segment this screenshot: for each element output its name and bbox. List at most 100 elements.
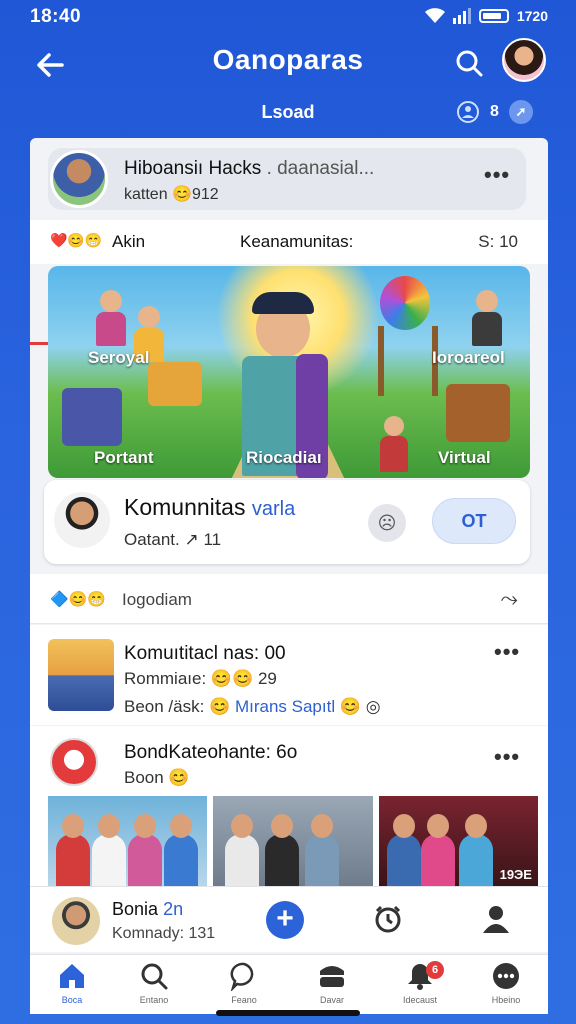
radio-box-illustration — [446, 384, 510, 442]
post-detail-prefix: Beon /äsk: 😊 — [124, 697, 231, 716]
add-button[interactable]: + — [266, 901, 304, 939]
hero-label-right-top: Ioroareol — [432, 348, 505, 367]
feed-header: 🔷😊😁 Iogodiam ⤳ — [30, 574, 548, 624]
community-title-accent: varla — [251, 498, 296, 520]
hero-label-center-bottom: Riocadiaı — [246, 448, 322, 467]
reaction-right: S: 10 — [478, 232, 518, 251]
reaction-label[interactable]: Akin — [112, 232, 145, 252]
feed-emojis[interactable]: 🔷😊😁 — [50, 590, 106, 608]
battery-text: 1720 — [516, 8, 548, 24]
share-icon[interactable]: ⤳ — [500, 586, 518, 612]
status-time: 18:40 — [30, 6, 82, 27]
nav-groups[interactable]: Davar — [302, 961, 362, 1014]
profile-name-text: Hiboansiı Hacks — [124, 158, 262, 179]
kid-illustration — [468, 290, 508, 350]
header-right-icons: 8 ➚ — [456, 100, 533, 124]
nav-label: Entano — [139, 995, 169, 1005]
community-action-button[interactable]: OT — [432, 498, 516, 544]
post-meta: Rommiaıe: 😊😊 29 — [124, 669, 277, 688]
hero-label-left-top: Seroyal — [88, 348, 150, 367]
search-icon[interactable] — [452, 46, 486, 80]
more-icon — [493, 963, 519, 989]
community-title-text: Komunnitas — [124, 494, 246, 520]
profile-name: Hiboansiı Hacks . daanasial... — [124, 158, 374, 180]
post-title: BondKateohante: 6o — [124, 742, 298, 763]
bottom-sub: Komnady: 131 — [112, 925, 216, 942]
hero-banner[interactable]: Seroyal Ioroareol Portant Riocadiaı Virt… — [48, 266, 530, 478]
signal-icon — [452, 8, 471, 24]
search-icon — [141, 963, 168, 990]
nav-label: Feano — [231, 995, 257, 1005]
nav-label: Boca — [61, 995, 83, 1005]
profile-name-suffix: . daanasial... — [266, 158, 375, 179]
user-avatar[interactable] — [502, 38, 546, 82]
emoji-button[interactable]: ☹ — [368, 504, 406, 542]
community-title: Komunnitas varla — [124, 494, 295, 521]
post-title: Komuıtitacl nas: 00 — [124, 643, 286, 664]
photo-tile[interactable] — [213, 796, 373, 886]
balloon-illustration — [380, 276, 430, 330]
chat-bubble-icon — [230, 962, 254, 991]
hero-label-left-bottom: Portant — [94, 448, 154, 467]
photo-tile[interactable]: 19ЭE — [378, 796, 538, 886]
main-panel: Hiboansiı Hacks . daanasial... katten 😊9… — [30, 138, 548, 1014]
home-icon — [60, 964, 84, 988]
post-thumbnail[interactable] — [48, 639, 114, 711]
profile-sub: katten 😊912 — [124, 186, 219, 203]
home-indicator[interactable] — [216, 1010, 360, 1016]
reaction-emojis[interactable]: ❤️😊😁 — [50, 232, 102, 249]
nav-more[interactable]: Hbeino — [476, 961, 536, 1014]
status-icons: 1720 — [424, 8, 548, 24]
profile-card[interactable]: Hiboansiı Hacks . daanasial... katten 😊9… — [48, 148, 526, 210]
more-options-icon[interactable]: ••• — [494, 639, 520, 665]
bottom-title-accent: 2n — [163, 899, 184, 919]
community-sub: Oatant. ↗ 11 — [124, 530, 222, 549]
compass-icon[interactable]: ➚ — [508, 100, 533, 124]
community-card[interactable]: Komunnitas varla Oatant. ↗ 11 ☹ OT — [44, 480, 530, 564]
timer-icon[interactable] — [372, 903, 404, 935]
bottom-avatar[interactable] — [52, 897, 100, 945]
profile-avatar[interactable] — [50, 150, 108, 208]
nav-chat[interactable]: Feano — [214, 961, 274, 1014]
post-item[interactable]: Komuıtitacl nas: 00 Rommiaıe: 😊😊 29 Beon… — [30, 625, 548, 725]
reaction-middle[interactable]: Keanamunitas: — [240, 232, 353, 252]
nav-search[interactable]: Entano — [124, 961, 184, 1014]
bottom-nav: Boca Entano Feano Davar 6 Idecaust Hbein… — [30, 954, 548, 1014]
post-item[interactable]: BondKateohante: 6o Boon 😊 ••• 19ЭE — [30, 726, 548, 886]
reactions-row: ❤️😊😁 Akin Keanamunitas: S: 10 — [30, 220, 548, 345]
post-avatar[interactable] — [50, 738, 98, 786]
header-count: 8 — [490, 103, 499, 120]
nav-label: Hbeino — [491, 995, 521, 1005]
post-detail: Beon /äsk: 😊 Mırans Sapıtl 😊 ◎ — [124, 697, 381, 717]
notification-badge: 6 — [426, 961, 444, 979]
post-link[interactable]: Mırans Sapıtl — [235, 697, 335, 716]
community-avatar[interactable] — [54, 492, 110, 548]
hero-label-right-bottom: Virtual — [438, 448, 491, 467]
bottom-profile-bar: Bonia 2n Komnady: 131 + — [30, 886, 548, 952]
battery-icon — [478, 9, 509, 23]
feed-label[interactable]: Iogodiam — [122, 590, 192, 610]
post-detail-suffix: 😊 ◎ — [339, 697, 381, 716]
photo-strip: 19ЭE — [48, 796, 538, 886]
wifi-icon — [424, 8, 445, 23]
page-title: Oanoparas — [212, 44, 364, 75]
kid-illustration — [92, 290, 132, 350]
groups-icon — [320, 966, 344, 987]
profile-icon[interactable] — [480, 903, 512, 935]
bottom-title: Bonia 2n — [112, 899, 183, 920]
photo-label: 19ЭE — [499, 867, 532, 882]
photo-tile[interactable] — [48, 796, 208, 886]
more-options-icon[interactable]: ••• — [494, 744, 520, 770]
toy-box-illustration — [148, 362, 202, 406]
nav-label: Idecaust — [402, 995, 438, 1005]
nav-notifications[interactable]: 6 Idecaust — [390, 961, 450, 1014]
nav-home[interactable]: Boca — [42, 961, 102, 1014]
more-options-icon[interactable]: ••• — [484, 162, 510, 188]
kid-illustration — [378, 416, 412, 476]
swing-illustration — [378, 326, 438, 396]
bottom-title-text: Bonia — [112, 899, 159, 919]
app-header: Oanoparas Lsoad 8 ➚ — [0, 34, 576, 134]
game-box-illustration — [62, 388, 122, 446]
nav-label: Davar — [319, 995, 344, 1005]
people-icon[interactable] — [456, 100, 480, 124]
